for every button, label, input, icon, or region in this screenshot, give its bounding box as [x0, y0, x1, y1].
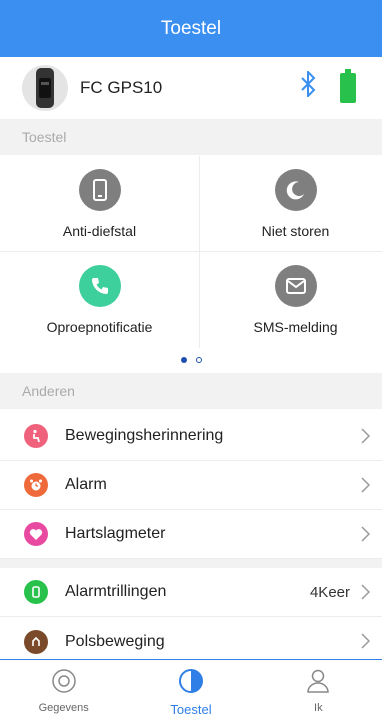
tile-anti-theft[interactable]: Anti-diefstal — [4, 156, 195, 252]
tile-label: Niet storen — [261, 223, 330, 239]
list-group-gap — [0, 559, 382, 568]
device-name: FC GPS10 — [80, 78, 163, 97]
chevron-right-icon — [360, 526, 371, 547]
header-title: Toestel — [160, 17, 222, 39]
watch-avatar-icon — [22, 65, 68, 111]
list-item-movement-reminder[interactable]: Bewegingsherinnering — [0, 412, 382, 461]
page-dot-inactive[interactable] — [195, 357, 202, 363]
envelope-icon — [274, 265, 317, 307]
list-item-alarm[interactable]: Alarm — [0, 461, 382, 510]
page-dot-active[interactable] — [180, 357, 187, 363]
tile-label: Anti-diefstal — [62, 223, 137, 239]
chevron-right-icon — [360, 584, 371, 605]
list-item-label: Alarm — [65, 476, 107, 493]
device-half-circle-icon — [178, 668, 204, 699]
list-item-heart-rate[interactable]: Hartslagmeter — [0, 510, 382, 559]
list-item-label: Hartslagmeter — [65, 525, 166, 542]
tab-label: Gegevens — [38, 702, 89, 714]
chevron-right-icon — [360, 477, 371, 498]
list-item-alarm-vibration[interactable]: Alarmtrillingen 4Keer — [0, 568, 382, 617]
tile-sms-notification[interactable]: SMS-melding — [200, 252, 382, 348]
list-item-value: 4Keer — [309, 583, 350, 601]
feature-grid: Anti-diefstal Niet storen Oproepnotifica… — [0, 156, 382, 348]
heart-icon — [24, 522, 48, 546]
tab-device[interactable]: Toestel — [127, 660, 254, 718]
bluetooth-icon — [300, 69, 316, 102]
tile-label: SMS-melding — [253, 319, 338, 335]
section-label-others: Anderen — [0, 373, 382, 409]
page-indicator — [0, 348, 382, 372]
phone-device-icon — [78, 169, 121, 211]
tile-call-notification[interactable]: Oproepnotificatie — [4, 252, 195, 348]
section-label-device: Toestel — [0, 119, 382, 155]
vibration-icon — [24, 580, 48, 604]
tab-label: Ik — [314, 702, 323, 714]
tab-me[interactable]: Ik — [255, 660, 382, 718]
tile-label: Oproepnotificatie — [46, 319, 153, 335]
list-item-label: Alarmtrillingen — [65, 583, 167, 600]
list-item-label: Polsbeweging — [65, 632, 165, 650]
tab-data[interactable]: Gegevens — [0, 660, 127, 718]
list-item-label: Bewegingsherinnering — [65, 427, 224, 444]
alarm-clock-icon — [24, 473, 48, 497]
chevron-right-icon — [360, 428, 371, 449]
phone-call-icon — [78, 265, 121, 307]
chevron-right-icon — [360, 633, 371, 654]
data-circle-icon — [51, 668, 77, 699]
bottom-tab-bar: Gegevens Toestel Ik — [0, 659, 382, 718]
moon-icon — [274, 169, 317, 211]
person-icon — [305, 668, 331, 699]
sitting-person-icon — [24, 424, 48, 448]
battery-icon — [339, 69, 357, 108]
app-header: Toestel — [0, 0, 382, 57]
tab-label: Toestel — [170, 702, 212, 717]
wrist-icon — [24, 629, 48, 654]
tile-do-not-disturb[interactable]: Niet storen — [200, 156, 382, 252]
device-row[interactable]: FC GPS10 — [0, 57, 382, 119]
